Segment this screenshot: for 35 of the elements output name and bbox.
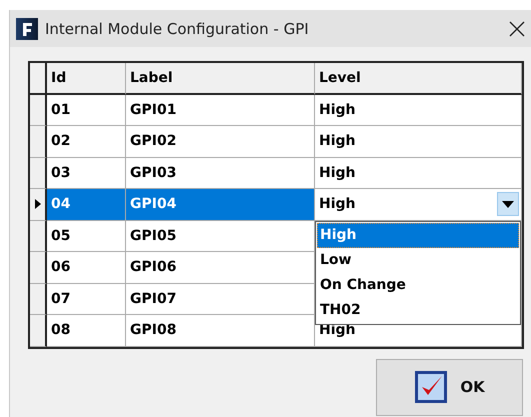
checkmark-icon	[414, 370, 448, 404]
row-header[interactable]	[30, 315, 47, 346]
row-header[interactable]	[30, 284, 47, 315]
ok-button[interactable]: OK	[376, 358, 523, 416]
row-header[interactable]	[30, 252, 47, 284]
dropdown-option[interactable]: Low	[317, 248, 519, 272]
table-cell: GPI01	[126, 94, 315, 126]
column-header[interactable]: Id	[47, 63, 126, 94]
window-title: Internal Module Configuration - GPI	[45, 20, 310, 38]
table-cell: High	[315, 94, 522, 126]
row-header[interactable]	[30, 158, 47, 189]
column-header[interactable]: Level	[315, 63, 522, 94]
table-cell: 04	[47, 189, 126, 220]
close-icon[interactable]	[509, 20, 525, 36]
table-cell: 01	[47, 94, 126, 126]
row-header[interactable]	[30, 189, 47, 220]
table-cell: GPI04	[126, 189, 315, 220]
dropdown-option[interactable]: On Change	[317, 272, 519, 298]
column-header[interactable]: Label	[126, 63, 315, 94]
dropdown-button[interactable]	[497, 192, 519, 216]
table-cell: High	[315, 126, 522, 158]
table-cell: 06	[47, 252, 126, 284]
table-cell: 05	[47, 220, 126, 252]
row-header[interactable]	[30, 94, 47, 126]
table-cell: 08	[47, 315, 126, 346]
table-cell: 02	[47, 126, 126, 158]
app-logo-icon	[16, 18, 38, 40]
row-header[interactable]	[30, 220, 47, 252]
table-cell: GPI02	[126, 126, 315, 158]
caret-icon	[502, 200, 514, 208]
dropdown-option[interactable]: High	[317, 222, 519, 248]
row-header[interactable]	[30, 126, 47, 158]
table-cell: GPI08	[126, 315, 315, 346]
level-combo-box[interactable]: High	[315, 189, 522, 220]
table-cell: 07	[47, 284, 126, 315]
